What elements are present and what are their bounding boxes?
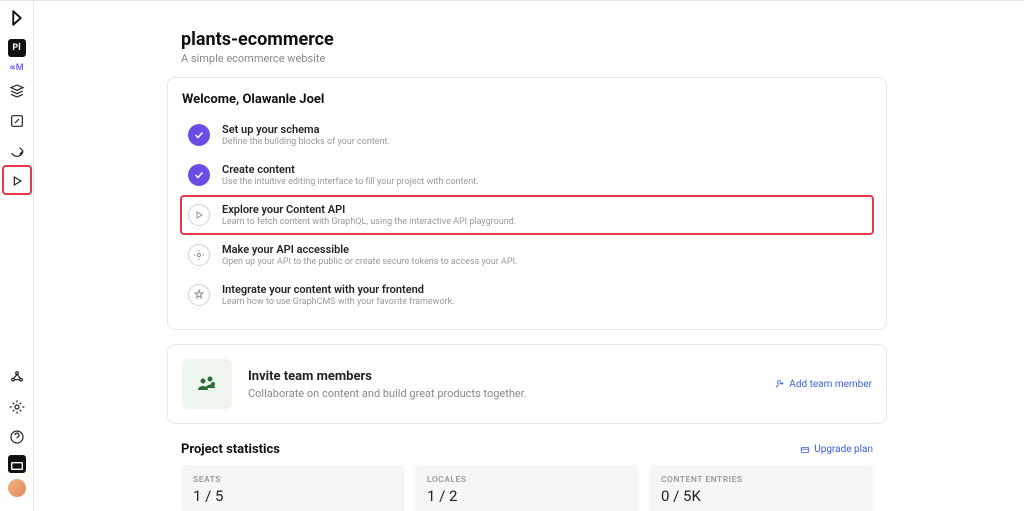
invite-title: Invite team members bbox=[248, 369, 759, 384]
chevron-right-icon bbox=[856, 126, 866, 145]
step-desc: Open up your API to the public or create… bbox=[222, 257, 844, 267]
stat-seats: SEATS1 / 5 bbox=[181, 465, 405, 511]
step-desc: Learn how to use GraphCMS with your favo… bbox=[222, 297, 844, 307]
step-title: Integrate your content with your fronten… bbox=[222, 283, 844, 296]
step-desc: Learn to fetch content with GraphQL, usi… bbox=[222, 217, 844, 227]
main-content: plants-ecommerce A simple ecommerce webs… bbox=[34, 1, 1024, 511]
gear-icon bbox=[188, 244, 210, 266]
step-schema[interactable]: Set up your schemaDefine the building bl… bbox=[182, 115, 872, 155]
stat-locales: LOCALES1 / 2 bbox=[415, 465, 639, 511]
schema-icon[interactable] bbox=[5, 79, 29, 103]
step-title: Explore your Content API bbox=[222, 203, 844, 216]
step-api-access[interactable]: Make your API accessibleOpen up your API… bbox=[182, 235, 872, 275]
stats-header: Project statistics Upgrade plan bbox=[167, 438, 887, 465]
help-icon[interactable] bbox=[5, 425, 29, 449]
check-icon bbox=[188, 124, 210, 146]
project-title: plants-ecommerce bbox=[181, 29, 887, 50]
chevron-right-icon bbox=[856, 246, 866, 265]
ml-badge: ∝M bbox=[9, 63, 23, 73]
onboarding-card: Welcome, Olawanle Joel Set up your schem… bbox=[167, 77, 887, 330]
link-label: Add team member bbox=[789, 379, 872, 390]
step-desc: Define the building blocks of your conte… bbox=[222, 137, 844, 147]
assets-icon[interactable] bbox=[5, 139, 29, 163]
project-subtitle: A simple ecommerce website bbox=[181, 52, 887, 65]
edit-icon[interactable] bbox=[5, 109, 29, 133]
welcome-heading: Welcome, Olawanle Joel bbox=[182, 92, 872, 107]
integrate-icon bbox=[188, 284, 210, 306]
project-badge[interactable]: Pl bbox=[8, 39, 26, 57]
chevron-right-icon bbox=[856, 206, 866, 225]
step-integrate[interactable]: Integrate your content with your fronten… bbox=[182, 275, 872, 315]
chevron-right-icon bbox=[856, 166, 866, 185]
sidebar: Pl ∝M bbox=[0, 1, 34, 511]
play-icon bbox=[188, 204, 210, 226]
upgrade-plan-link[interactable]: Upgrade plan bbox=[800, 444, 873, 455]
add-team-member-link[interactable]: Add team member bbox=[775, 379, 872, 390]
project-header: plants-ecommerce A simple ecommerce webs… bbox=[167, 29, 887, 65]
invite-card: Invite team members Collaborate on conte… bbox=[167, 344, 887, 424]
step-content[interactable]: Create contentUse the intuitive editing … bbox=[182, 155, 872, 195]
step-title: Create content bbox=[222, 163, 844, 176]
step-api-explore[interactable]: Explore your Content APILearn to fetch c… bbox=[180, 195, 874, 235]
check-icon bbox=[188, 164, 210, 186]
user-avatar[interactable] bbox=[8, 479, 26, 497]
webhooks-icon[interactable] bbox=[5, 365, 29, 389]
playground-icon[interactable] bbox=[5, 169, 29, 193]
stats-grid: SEATS1 / 5 LOCALES1 / 2 CONTENT ENTRIES0… bbox=[167, 465, 887, 511]
stats-title: Project statistics bbox=[181, 442, 280, 457]
team-icon bbox=[182, 359, 232, 409]
settings-icon[interactable] bbox=[5, 395, 29, 419]
step-desc: Use the intuitive editing interface to f… bbox=[222, 177, 844, 187]
logo[interactable] bbox=[8, 9, 26, 27]
invite-desc: Collaborate on content and build great p… bbox=[248, 387, 759, 400]
step-title: Make your API accessible bbox=[222, 243, 844, 256]
stat-entries: CONTENT ENTRIES0 / 5K bbox=[649, 465, 873, 511]
chevron-right-icon bbox=[856, 286, 866, 305]
changelog-icon[interactable] bbox=[8, 455, 26, 473]
link-label: Upgrade plan bbox=[814, 444, 873, 455]
step-title: Set up your schema bbox=[222, 123, 844, 136]
